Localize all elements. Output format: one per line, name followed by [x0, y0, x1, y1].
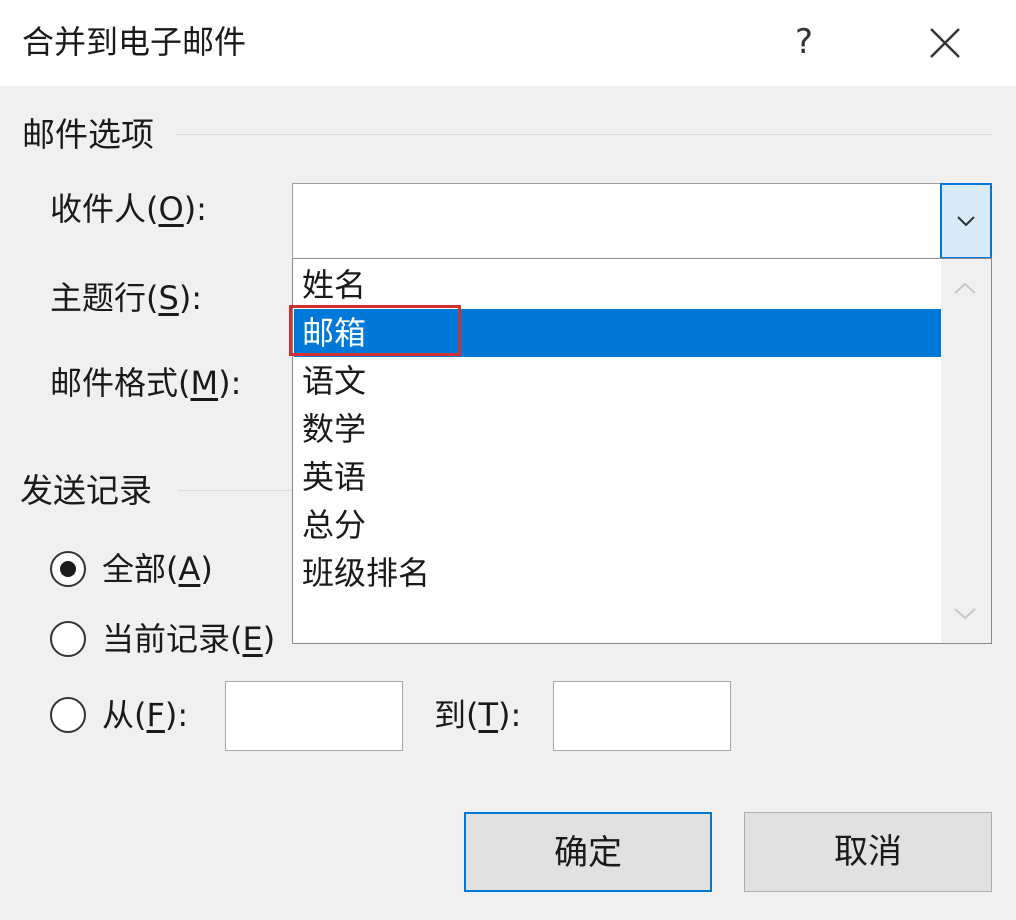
dialog-title: 合并到电子邮件 [22, 23, 247, 61]
mail-format-label: 邮件格式(M): [50, 364, 242, 402]
recipient-dropdown-button[interactable] [940, 183, 992, 259]
cancel-button[interactable]: 取消 [744, 812, 992, 892]
recipient-combobox[interactable] [292, 183, 992, 259]
chevron-down-icon [957, 216, 975, 227]
radio-all-label[interactable]: 全部(A) [102, 547, 213, 591]
scroll-down-icon[interactable] [953, 607, 977, 621]
group-divider [175, 134, 993, 135]
send-records-group-label: 发送记录 [20, 471, 152, 510]
dropdown-scrollbar[interactable] [941, 259, 991, 643]
radio-current-record-label[interactable]: 当前记录(E) [102, 617, 275, 661]
radio-from[interactable] [50, 697, 86, 733]
radio-current-record[interactable] [50, 621, 86, 657]
mail-options-group-label: 邮件选项 [22, 115, 154, 154]
title-bar: 合并到电子邮件 ? [0, 0, 1016, 86]
to-record-label: 到(T): [434, 696, 522, 734]
dropdown-option[interactable]: 数学 [294, 405, 941, 453]
radio-from-label[interactable]: 从(F): [102, 693, 188, 737]
dropdown-option[interactable]: 总分 [294, 501, 941, 549]
radio-selected-dot [60, 561, 76, 577]
recipient-dropdown-list: 姓名 邮箱 语文 数学 英语 总分 班级排名 [292, 258, 992, 644]
dropdown-option[interactable]: 语文 [294, 357, 941, 405]
scroll-up-icon[interactable] [953, 281, 977, 295]
subject-label: 主题行(S): [50, 279, 203, 317]
close-icon [930, 28, 960, 58]
dropdown-option[interactable]: 班级排名 [294, 549, 941, 597]
recipient-label: 收件人(O): [50, 190, 207, 228]
dropdown-option[interactable]: 英语 [294, 453, 941, 501]
help-button[interactable]: ? [780, 18, 828, 66]
dropdown-option[interactable]: 姓名 [294, 261, 941, 309]
close-button[interactable] [916, 16, 974, 70]
ok-button[interactable]: 确定 [464, 812, 712, 892]
dropdown-option[interactable]: 邮箱 [294, 309, 941, 357]
radio-all[interactable] [50, 551, 86, 587]
to-record-input[interactable] [553, 681, 731, 751]
group-divider [178, 490, 292, 491]
from-record-input[interactable] [225, 681, 403, 751]
